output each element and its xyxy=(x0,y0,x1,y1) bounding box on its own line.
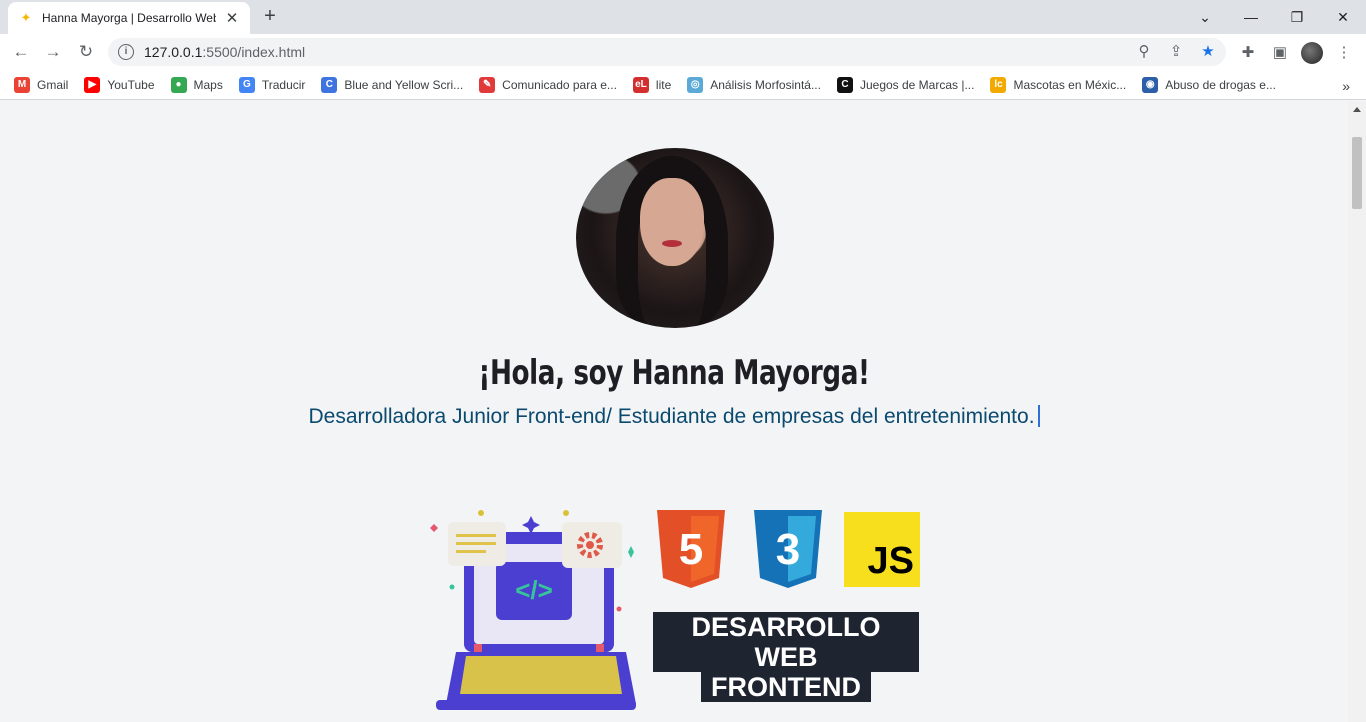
bookmark-6[interactable]: eL lite xyxy=(632,76,672,93)
tab-active[interactable]: ✦ Hanna Mayorga | Desarrollo Web ✕ xyxy=(8,2,250,34)
close-tab-icon[interactable]: ✕ xyxy=(224,9,240,27)
el-icon: eL xyxy=(632,76,649,93)
svg-text:3: 3 xyxy=(776,525,800,574)
bookmark-label: Gmail xyxy=(37,77,69,92)
bookmark-4[interactable]: C Blue and Yellow Scri... xyxy=(321,76,464,93)
tab-title: Hanna Mayorga | Desarrollo Web xyxy=(42,11,216,25)
bookmark-label: YouTube xyxy=(107,77,155,92)
bookmark-3[interactable]: G Traducir xyxy=(238,76,306,93)
web-page: ¡Hola, soy Hanna Mayorga! Desarrolladora… xyxy=(0,101,1348,722)
un-icon: ◉ xyxy=(1142,76,1159,93)
bookmark-7[interactable]: ◎ Análisis Morfosintá... xyxy=(687,76,821,93)
translate-icon: G xyxy=(238,76,255,93)
tab-search-icon[interactable]: ⌄ xyxy=(1182,0,1228,34)
reload-button[interactable]: ↻ xyxy=(73,40,99,64)
page-scrollbar[interactable] xyxy=(1348,101,1366,722)
browser-toolbar: ← → ↻ i 127.0.0.1:5500/index.html ⚲ ⇪ ★ … xyxy=(0,34,1366,70)
bookmark-label: Comunicado para e... xyxy=(502,77,617,92)
profile-photo xyxy=(576,148,774,328)
bookmark-label: Blue and Yellow Scri... xyxy=(344,77,464,92)
minimize-button[interactable]: — xyxy=(1228,0,1274,34)
bookmark-label: Mascotas en Méxic... xyxy=(1013,77,1127,92)
canva-icon: C xyxy=(321,76,338,93)
maps-icon: ● xyxy=(170,76,187,93)
zoom-icon[interactable]: ⚲ xyxy=(1133,40,1155,62)
share-icon[interactable]: ⇪ xyxy=(1165,40,1187,62)
bookmark-9[interactable]: lc Mascotas en Méxic... xyxy=(990,76,1127,93)
youtube-icon: ▶ xyxy=(84,76,101,93)
bookmark-label: Juegos de Marcas |... xyxy=(859,77,975,92)
laptop-code-icon: </> xyxy=(430,510,636,710)
gmail-icon: M xyxy=(14,76,30,93)
forward-button[interactable]: → xyxy=(40,40,66,64)
globe-icon: ◎ xyxy=(687,76,704,93)
bookmark-label: Maps xyxy=(193,77,223,92)
lc-icon: lc xyxy=(990,76,1007,93)
c-icon: C xyxy=(836,76,853,93)
bookmark-0[interactable]: M Gmail xyxy=(14,76,69,93)
scroll-up-arrow-icon[interactable] xyxy=(1353,107,1361,112)
close-window-button[interactable]: ✕ xyxy=(1320,0,1366,34)
bookmark-label: Abuso de drogas e... xyxy=(1165,77,1276,92)
tab-strip: ✦ Hanna Mayorga | Desarrollo Web ✕ + ⌄ —… xyxy=(0,0,1366,34)
more-bookmarks-icon[interactable]: » xyxy=(1342,78,1350,94)
banner-text: DESARROLLO WEB FRONTEND xyxy=(653,608,919,702)
frontend-illustration: </> 5 3 JS DESARROLLO WEB FRONTEND xyxy=(426,504,926,722)
scroll-thumb[interactable] xyxy=(1352,137,1362,209)
side-panel-icon[interactable]: ▣ xyxy=(1268,40,1292,64)
new-tab-button[interactable]: + xyxy=(258,6,282,28)
code-glyph: </> xyxy=(515,575,553,605)
bookmark-1[interactable]: ▶ YouTube xyxy=(84,76,155,93)
typing-cursor xyxy=(1037,405,1040,427)
svg-text:5: 5 xyxy=(679,525,703,574)
bookmark-star-icon[interactable]: ★ xyxy=(1197,40,1219,62)
site-info-icon[interactable]: i xyxy=(118,44,134,60)
extensions-icon[interactable]: ✚ xyxy=(1236,40,1260,64)
bookmark-label: lite xyxy=(655,77,672,92)
back-button[interactable]: ← xyxy=(8,40,34,64)
restore-button[interactable]: ❐ xyxy=(1274,0,1320,34)
page-title: ¡Hola, soy Hanna Mayorga! xyxy=(478,353,870,393)
bookmark-label: Análisis Morfosintá... xyxy=(710,77,821,92)
css3-icon: 3 xyxy=(754,510,822,588)
bookmark-2[interactable]: ● Maps xyxy=(170,76,223,93)
profile-avatar[interactable] xyxy=(1301,42,1323,64)
browser-window: ✦ Hanna Mayorga | Desarrollo Web ✕ + ⌄ —… xyxy=(0,0,1366,722)
bookmark-8[interactable]: C Juegos de Marcas |... xyxy=(836,76,975,93)
address-bar[interactable]: i 127.0.0.1:5500/index.html xyxy=(108,38,1226,66)
bookmark-5[interactable]: ✎ Comunicado para e... xyxy=(479,76,617,93)
url-text[interactable]: 127.0.0.1:5500/index.html xyxy=(144,44,305,60)
menu-icon[interactable]: ⋮ xyxy=(1332,40,1356,64)
javascript-icon: JS xyxy=(844,512,920,587)
html5-icon: 5 xyxy=(657,510,725,588)
bookmarks-bar: M Gmail ▶ YouTube ● Maps G Traducir C Blue and Ye… xyxy=(0,70,1366,100)
sparkle-favicon-icon: ✦ xyxy=(20,10,32,25)
bookmark-label: Traducir xyxy=(261,77,306,92)
bookmark-10[interactable]: ◉ Abuso de drogas e... xyxy=(1142,76,1276,93)
feather-icon: ✎ xyxy=(479,76,496,93)
subtitle: Desarrolladora Junior Front-end/ Estudia… xyxy=(0,405,1348,429)
